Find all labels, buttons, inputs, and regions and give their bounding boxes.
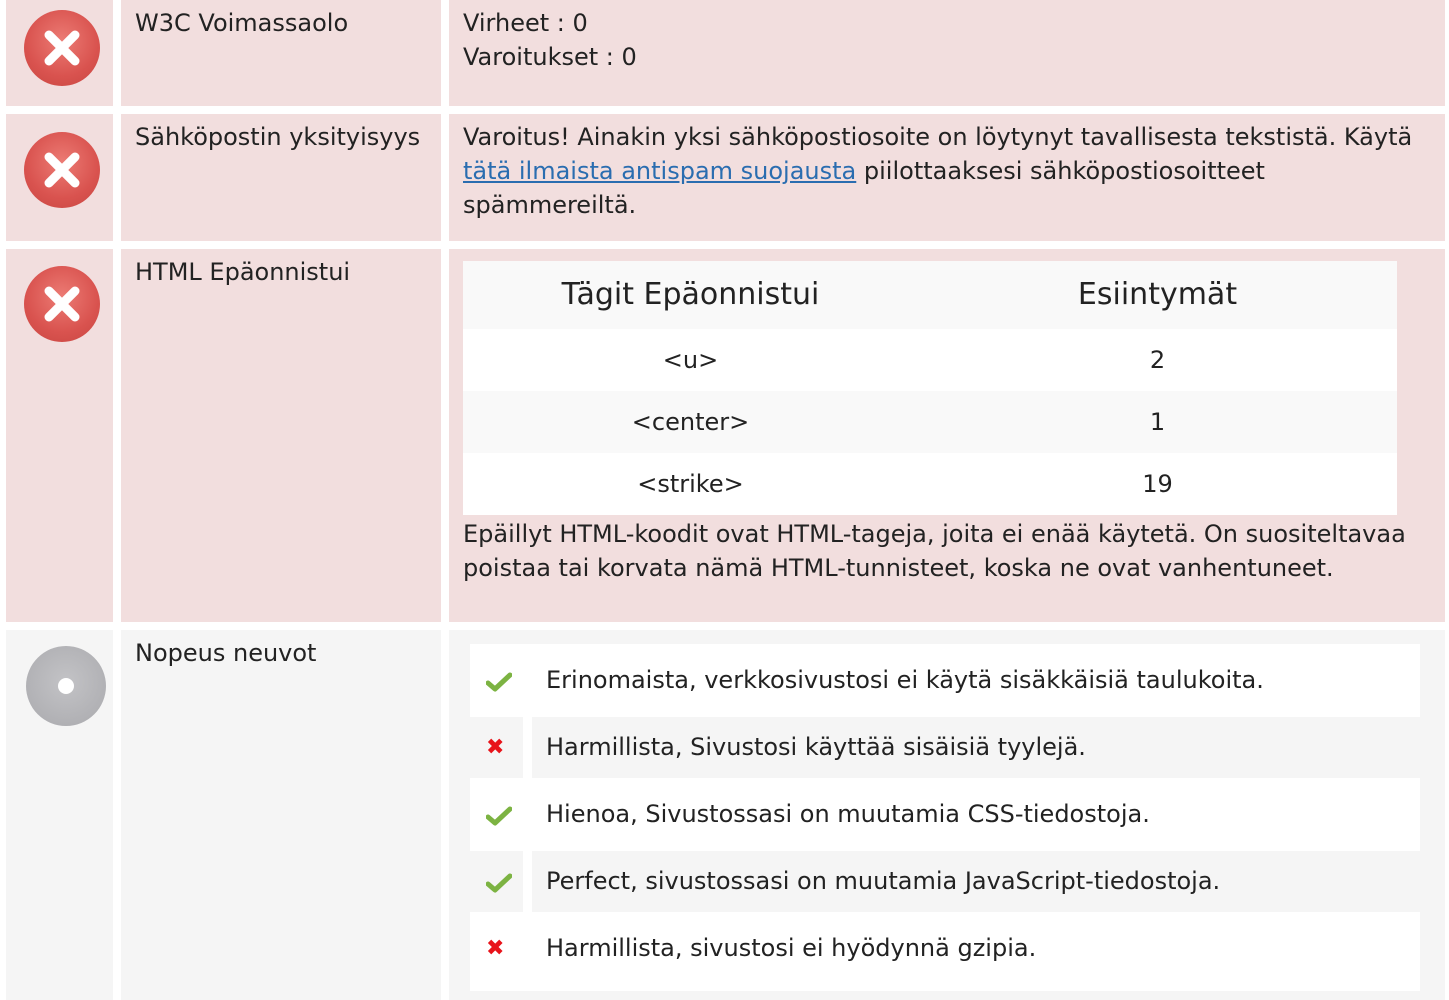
tip-text: Perfect, sivustossasi on muutamia JavaSc… (532, 851, 1420, 912)
fail-status-icon (24, 266, 100, 342)
list-item: Erinomaista, verkkosivustosi ei käytä si… (470, 650, 1420, 711)
row-w3c-validity: W3C Voimassaolo Virheet : 0 Varoitukset … (0, 0, 1449, 106)
row-speed-tips: Nopeus neuvot Erinomaista, verkkosivusto… (0, 630, 1449, 1000)
row-label: Sähköpostin yksityisyys (121, 114, 441, 241)
warnings-count: Varoitukset : 0 (463, 43, 637, 71)
status-cell (6, 0, 113, 106)
row-label: HTML Epäonnistui (121, 249, 441, 622)
status-cell (6, 114, 113, 241)
row-content: Tägit Epäonnistui Esiintymät <u> 2 <cent… (449, 249, 1445, 622)
row-html-deprecated: HTML Epäonnistui Tägit Epäonnistui Esiin… (0, 249, 1449, 622)
count-cell: 19 (918, 453, 1397, 515)
tip-text: Harmillista, sivustosi ei hyödynnä gzipi… (546, 934, 1037, 962)
list-item: ✖ Harmillista, Sivustosi käyttää sisäisi… (470, 717, 1420, 778)
check-icon (470, 784, 523, 845)
status-cell (6, 249, 113, 622)
list-item: ✖ Harmillista, sivustosi ei hyödynnä gzi… (470, 918, 1420, 979)
table-header-occurrences: Esiintymät (918, 261, 1397, 329)
fail-status-icon (24, 132, 100, 208)
row-content: Erinomaista, verkkosivustosi ei käytä si… (449, 630, 1445, 1000)
count-cell: 2 (918, 329, 1397, 391)
tip-text: Erinomaista, verkkosivustosi ei käytä si… (546, 666, 1264, 694)
tip-text: Hienoa, Sivustossasi on muutamia CSS-tie… (546, 800, 1150, 828)
fail-status-icon (24, 10, 100, 86)
row-content: Varoitus! Ainakin yksi sähköpostiosoite … (449, 114, 1445, 241)
status-cell (6, 630, 113, 1000)
deprecated-tags-table: Tägit Epäonnistui Esiintymät <u> 2 <cent… (463, 261, 1397, 515)
antispam-link[interactable]: tätä ilmaista antispam suojausta (463, 157, 856, 185)
table-row: <center> 1 (463, 391, 1397, 453)
tips-list: Erinomaista, verkkosivustosi ei käytä si… (470, 644, 1420, 991)
table-row: <strike> 19 (463, 453, 1397, 515)
row-label: W3C Voimassaolo (121, 0, 441, 106)
check-icon (470, 851, 523, 912)
table-header-tags: Tägit Epäonnistui (463, 261, 918, 329)
row-label: Nopeus neuvot (121, 630, 441, 1000)
table-row: <u> 2 (463, 329, 1397, 391)
tip-text: Harmillista, Sivustosi käyttää sisäisiä … (532, 717, 1420, 778)
list-item: Perfect, sivustossasi on muutamia JavaSc… (470, 851, 1420, 912)
row-content: Virheet : 0 Varoitukset : 0 (449, 0, 1445, 106)
deprecated-note: Epäillyt HTML-koodit ovat HTML-tageja, j… (463, 520, 1406, 582)
tag-cell: <u> (463, 329, 918, 391)
x-icon: ✖ (470, 717, 523, 778)
warning-text: Varoitus! Ainakin yksi sähköpostiosoite … (463, 123, 1413, 151)
count-cell: 1 (918, 391, 1397, 453)
tag-cell: <strike> (463, 453, 918, 515)
x-icon: ✖ (486, 936, 505, 961)
neutral-status-icon (26, 646, 106, 726)
tag-cell: <center> (463, 391, 918, 453)
row-email-privacy: Sähköpostin yksityisyys Varoitus! Ainaki… (0, 114, 1449, 241)
check-icon (470, 650, 523, 711)
list-item: Hienoa, Sivustossasi on muutamia CSS-tie… (470, 784, 1420, 845)
errors-count: Virheet : 0 (463, 9, 588, 37)
